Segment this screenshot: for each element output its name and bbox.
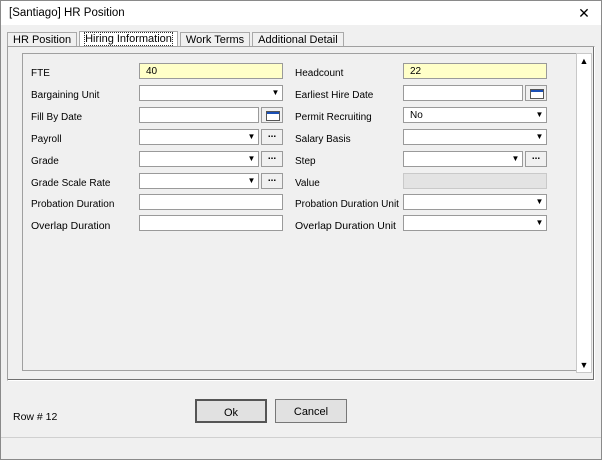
payroll-select[interactable]: ▼: [139, 129, 259, 145]
cancel-button[interactable]: Cancel: [275, 399, 347, 423]
fte-input[interactable]: 40: [139, 63, 283, 79]
grade-scale-rate-label: Grade Scale Rate: [31, 178, 111, 189]
payroll-lookup-button[interactable]: ...: [261, 129, 283, 145]
step-lookup-button[interactable]: ...: [525, 151, 547, 167]
grade-lookup-button[interactable]: ...: [261, 151, 283, 167]
form-area: FTE 40 Bargaining Unit ▼ Fill By Date Pa…: [22, 53, 578, 371]
earliest-hire-date-label: Earliest Hire Date: [295, 90, 374, 101]
overlap-duration-unit-label: Overlap Duration Unit: [295, 220, 396, 232]
tab-strip: HR Position Hiring Information Work Term…: [7, 31, 346, 47]
tab-panel: FTE 40 Bargaining Unit ▼ Fill By Date Pa…: [7, 46, 595, 381]
bargaining-unit-select[interactable]: ▼: [139, 85, 283, 101]
tab-additional-detail[interactable]: Additional Detail: [252, 32, 344, 47]
step-select[interactable]: ▼: [403, 151, 523, 167]
chevron-down-icon[interactable]: ▼: [534, 196, 545, 208]
headcount-label: Headcount: [295, 68, 344, 79]
close-icon[interactable]: ✕: [575, 4, 593, 22]
scroll-up-icon[interactable]: ▲: [579, 56, 589, 66]
fill-by-date-label: Fill By Date: [31, 112, 83, 123]
grade-scale-rate-select[interactable]: ▼: [139, 173, 259, 189]
grade-scale-rate-lookup-button[interactable]: ...: [261, 173, 283, 189]
chevron-down-icon[interactable]: ▼: [534, 109, 545, 121]
probation-duration-label: Probation Duration: [31, 199, 115, 210]
earliest-hire-date-input[interactable]: [403, 85, 523, 101]
headcount-input[interactable]: 22: [403, 63, 547, 79]
probation-duration-unit-select[interactable]: ▼: [403, 194, 547, 210]
step-label: Step: [295, 156, 316, 167]
chevron-down-icon[interactable]: ▼: [246, 153, 257, 165]
ok-button[interactable]: Ok: [195, 399, 267, 423]
tab-hr-position[interactable]: HR Position: [7, 32, 78, 47]
permit-recruiting-select[interactable]: No ▼: [403, 107, 547, 123]
footer-divider: [1, 437, 601, 438]
value-input-disabled: [403, 173, 547, 189]
fte-label: FTE: [31, 68, 50, 79]
calendar-icon: [530, 89, 544, 99]
grade-select[interactable]: ▼: [139, 151, 259, 167]
tab-hiring-information[interactable]: Hiring Information: [79, 31, 178, 47]
grade-label: Grade: [31, 156, 59, 167]
vertical-scrollbar[interactable]: ▲ ▼: [576, 53, 592, 373]
calendar-icon: [266, 111, 280, 121]
overlap-duration-input[interactable]: [139, 215, 283, 231]
salary-basis-select[interactable]: ▼: [403, 129, 547, 145]
fill-by-date-calendar-button[interactable]: [261, 107, 283, 123]
probation-duration-unit-label: Probation Duration Unit: [295, 199, 399, 210]
overlap-duration-label: Overlap Duration: [31, 220, 111, 232]
chevron-down-icon[interactable]: ▼: [534, 217, 545, 229]
chevron-down-icon[interactable]: ▼: [534, 131, 545, 143]
payroll-label: Payroll: [31, 134, 62, 145]
chevron-down-icon[interactable]: ▼: [270, 87, 281, 99]
title-bar: [Santiago] HR Position ✕: [1, 1, 601, 25]
row-number-label: Row # 12: [13, 411, 58, 423]
chevron-down-icon[interactable]: ▼: [246, 131, 257, 143]
scroll-down-icon[interactable]: ▼: [579, 360, 589, 370]
earliest-hire-date-calendar-button[interactable]: [525, 85, 547, 101]
fill-by-date-input[interactable]: [139, 107, 259, 123]
bargaining-unit-label: Bargaining Unit: [31, 90, 100, 101]
value-label: Value: [295, 178, 320, 189]
window-title: [Santiago] HR Position: [9, 7, 125, 19]
chevron-down-icon[interactable]: ▼: [510, 153, 521, 165]
permit-recruiting-label: Permit Recruiting: [295, 112, 372, 123]
dialog-window: [Santiago] HR Position ✕ HR Position Hir…: [0, 0, 602, 460]
probation-duration-input[interactable]: [139, 194, 283, 210]
salary-basis-label: Salary Basis: [295, 134, 351, 145]
overlap-duration-unit-select[interactable]: ▼: [403, 215, 547, 231]
tab-work-terms[interactable]: Work Terms: [179, 32, 251, 47]
chevron-down-icon[interactable]: ▼: [246, 175, 257, 187]
